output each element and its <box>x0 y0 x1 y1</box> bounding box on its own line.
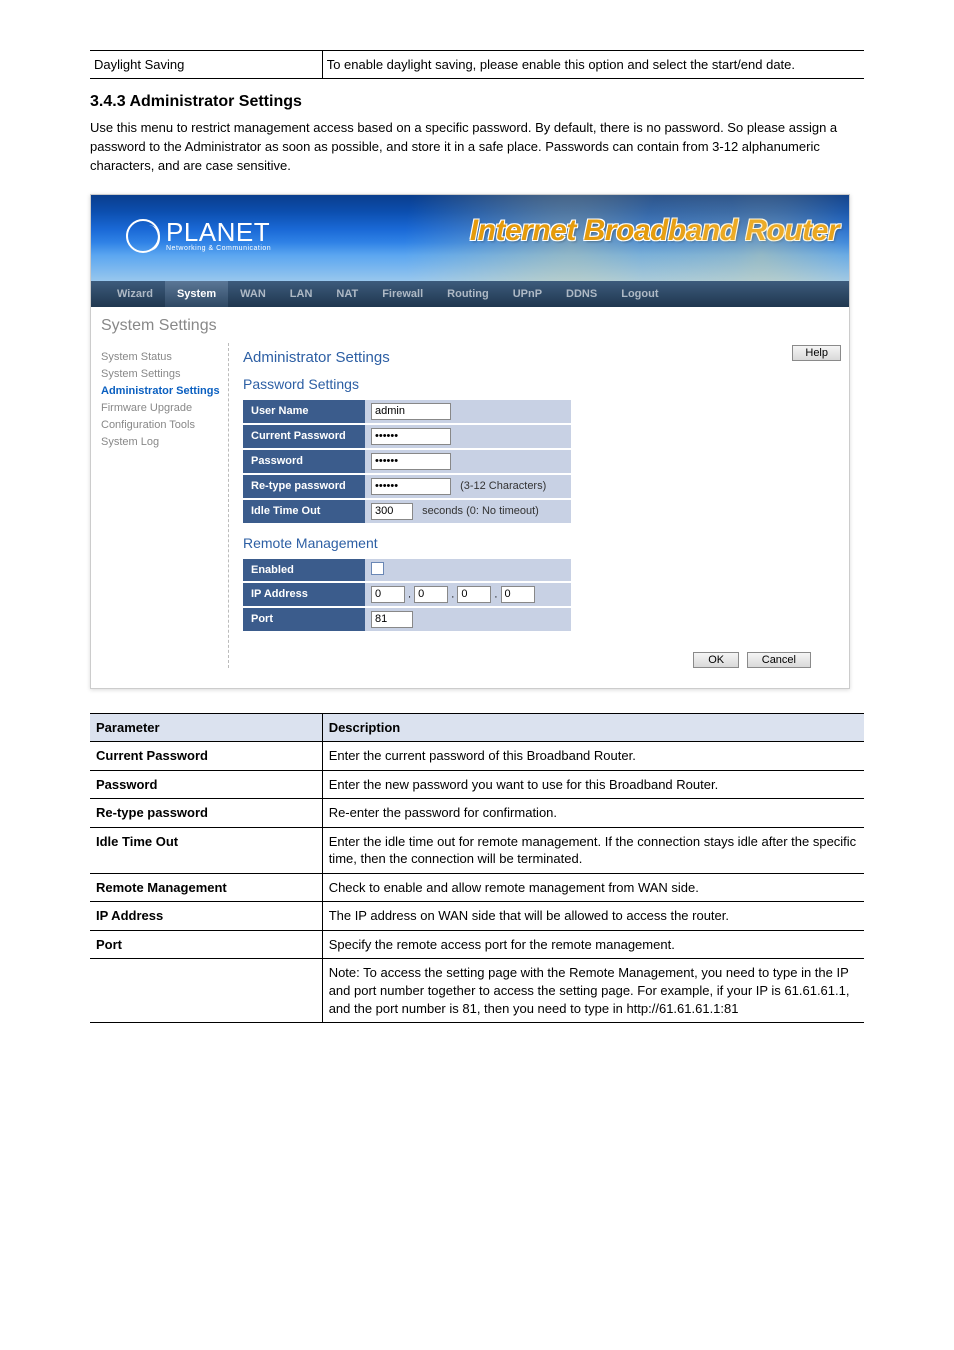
logo-text: PLANET <box>166 217 270 247</box>
parameter-table: Parameter Description Current PasswordEn… <box>90 713 864 1024</box>
input-port[interactable] <box>371 611 413 628</box>
d-ip: The IP address on WAN side that will be … <box>322 902 864 931</box>
d-pw: Enter the new password you want to use f… <box>322 770 864 799</box>
p-pw: Password <box>90 770 322 799</box>
nav-ddns[interactable]: DDNS <box>554 281 609 307</box>
daylight-label: Daylight Saving <box>90 51 322 79</box>
nav-wizard[interactable]: Wizard <box>105 281 165 307</box>
button-row: OK Cancel <box>243 633 841 668</box>
cancel-button[interactable]: Cancel <box>747 652 811 668</box>
input-ip-1[interactable] <box>371 586 405 603</box>
nav-system[interactable]: System <box>165 281 228 307</box>
lbl-idle: Idle Time Out <box>243 499 365 524</box>
p-curpw: Current Password <box>90 742 322 771</box>
lbl-username: User Name <box>243 399 365 424</box>
input-retype[interactable] <box>371 478 451 495</box>
nav-lan[interactable]: LAN <box>278 281 325 307</box>
nav-nat[interactable]: NAT <box>324 281 370 307</box>
lbl-retype: Re-type password <box>243 474 365 499</box>
input-username[interactable] <box>371 403 451 420</box>
p-idle: Idle Time Out <box>90 827 322 873</box>
main-title: Administrator Settings <box>243 349 841 366</box>
main-panel: Help Administrator Settings Password Set… <box>229 343 841 668</box>
password-form: User Name Current Password Password Re-t… <box>243 398 571 525</box>
lbl-enabled: Enabled <box>243 558 365 582</box>
sidebar-item-settings[interactable]: System Settings <box>101 366 228 383</box>
sidebar-item-log[interactable]: System Log <box>101 434 228 451</box>
d-note: Note: To access the setting page with th… <box>322 959 864 1023</box>
router-screenshot: PLANET Networking & Communication Intern… <box>90 194 850 689</box>
help-button[interactable]: Help <box>792 345 841 361</box>
nav-logout[interactable]: Logout <box>609 281 670 307</box>
d-port: Specify the remote access port for the r… <box>322 930 864 959</box>
d-idle: Enter the idle time out for remote manag… <box>322 827 864 873</box>
sidebar-item-config[interactable]: Configuration Tools <box>101 417 228 434</box>
th-parameter: Parameter <box>90 713 322 742</box>
input-password[interactable] <box>371 453 451 470</box>
daylight-row: Daylight Saving To enable daylight savin… <box>90 50 864 79</box>
section-text: Use this menu to restrict management acc… <box>90 119 864 176</box>
d-retype: Re-enter the password for confirmation. <box>322 799 864 828</box>
section-title: 3.4.3 Administrator Settings <box>90 93 864 111</box>
nav-upnp[interactable]: UPnP <box>501 281 554 307</box>
lbl-currentpw: Current Password <box>243 424 365 449</box>
sidebar-item-admin[interactable]: Administrator Settings <box>101 383 228 400</box>
input-idle[interactable] <box>371 503 413 520</box>
daylight-desc: To enable daylight saving, please enable… <box>322 51 864 79</box>
input-currentpw[interactable] <box>371 428 451 445</box>
d-curpw: Enter the current password of this Broad… <box>322 742 864 771</box>
p-remote: Remote Management <box>90 873 322 902</box>
d-remote: Check to enable and allow remote managem… <box>322 873 864 902</box>
ok-button[interactable]: OK <box>693 652 739 668</box>
sub-remote: Remote Management <box>243 535 841 551</box>
nav-routing[interactable]: Routing <box>435 281 501 307</box>
logo: PLANET Networking & Communication <box>126 219 271 253</box>
p-note <box>90 959 322 1023</box>
nav-firewall[interactable]: Firewall <box>370 281 435 307</box>
nav-wan[interactable]: WAN <box>228 281 278 307</box>
p-ip: IP Address <box>90 902 322 931</box>
sub-password: Password Settings <box>243 376 841 392</box>
lbl-password: Password <box>243 449 365 474</box>
p-port: Port <box>90 930 322 959</box>
hint-idle: seconds (0: No timeout) <box>422 505 539 517</box>
th-description: Description <box>322 713 864 742</box>
logo-sub: Networking & Communication <box>166 245 271 252</box>
banner: PLANET Networking & Communication Intern… <box>91 195 849 281</box>
logo-icon <box>126 219 160 253</box>
input-ip-4[interactable] <box>501 586 535 603</box>
input-ip-3[interactable] <box>457 586 491 603</box>
sidebar-item-status[interactable]: System Status <box>101 349 228 366</box>
sidebar-item-firmware[interactable]: Firmware Upgrade <box>101 400 228 417</box>
sidebar: System Status System Settings Administra… <box>99 343 229 668</box>
banner-title: Internet Broadband Router <box>470 214 839 248</box>
lbl-port: Port <box>243 607 365 632</box>
p-retype: Re-type password <box>90 799 322 828</box>
input-ip-2[interactable] <box>414 586 448 603</box>
remote-form: Enabled IP Address . . . Port <box>243 557 571 633</box>
page-subtitle: System Settings <box>99 313 841 343</box>
navbar: Wizard System WAN LAN NAT Firewall Routi… <box>91 281 849 307</box>
lbl-ip: IP Address <box>243 582 365 607</box>
hint-retype: (3-12 Characters) <box>460 480 546 492</box>
checkbox-enabled[interactable] <box>371 562 384 575</box>
